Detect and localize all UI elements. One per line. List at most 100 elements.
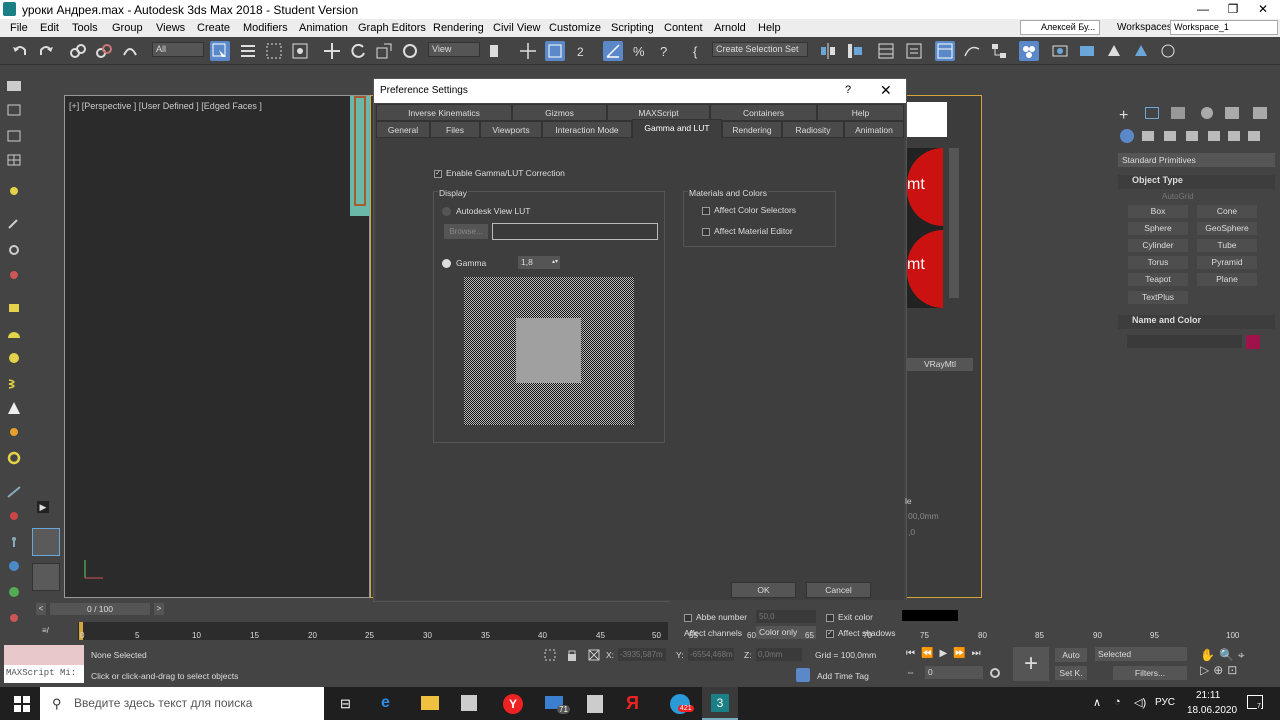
leaf-icon[interactable] [6, 585, 22, 599]
maximize-button[interactable]: ❐ [1218, 1, 1248, 18]
pyramid-button[interactable]: Pyramid [1197, 256, 1257, 269]
select-tool-icon[interactable] [6, 103, 22, 117]
menu-civil-view[interactable]: Civil View [493, 22, 540, 34]
tray-arrow-icon[interactable]: ∧ [1093, 696, 1101, 709]
menu-scripting[interactable]: Scripting [611, 22, 654, 34]
menu-views[interactable]: Views [156, 22, 185, 34]
object-color-swatch[interactable] [1246, 335, 1260, 349]
maxscript-input[interactable]: MAXScript Mi: [4, 665, 84, 683]
tab-help[interactable]: Help [817, 104, 904, 121]
render-production-icon[interactable] [1104, 41, 1124, 61]
redo-icon[interactable] [36, 41, 56, 61]
cone-button[interactable]: Cone [1197, 205, 1257, 218]
systems-icon[interactable] [1248, 131, 1260, 141]
align-icon[interactable] [845, 41, 865, 61]
teapot-button[interactable]: Teapot [1128, 273, 1188, 286]
tab-viewports[interactable]: Viewports [480, 121, 542, 138]
spacewarps-icon[interactable] [1228, 131, 1240, 141]
menu-edit[interactable]: Edit [40, 22, 59, 34]
tab-inverse-kinematics[interactable]: Inverse Kinematics [376, 104, 512, 121]
curve-editor-icon[interactable] [962, 41, 982, 61]
geometry-icon[interactable] [1120, 129, 1134, 143]
layer-explorer-icon[interactable] [904, 41, 924, 61]
render-setup-icon[interactable] [1050, 41, 1070, 61]
mirror-icon[interactable] [818, 41, 838, 61]
keyboard-shortcut-icon[interactable] [545, 41, 565, 61]
paint-icon[interactable] [6, 509, 22, 523]
selection-lock-icon[interactable] [566, 648, 578, 662]
menu-tools[interactable]: Tools [72, 22, 98, 34]
cone-icon[interactable] [6, 401, 22, 415]
lut-path-input[interactable] [492, 223, 658, 240]
affect-color-check-icon[interactable] [702, 206, 710, 215]
menu-file[interactable]: File [10, 22, 28, 34]
network-icon[interactable]: ◔ [1114, 696, 1121, 708]
timeline-next-icon[interactable]: > [154, 603, 164, 615]
cancel-button[interactable]: Cancel [806, 582, 871, 598]
menu-create[interactable]: Create [197, 22, 230, 34]
wrench-icon[interactable] [6, 217, 22, 231]
schematic-view-icon[interactable] [989, 41, 1009, 61]
volume-icon[interactable]: ◁) [1134, 696, 1146, 709]
taskbar-search-box[interactable]: ⚲ Введите здесь текст для поиска [40, 687, 324, 720]
current-frame-field[interactable]: 0 [925, 666, 983, 679]
create-tab-icon[interactable]: + [1119, 107, 1128, 125]
teapot-icon[interactable] [6, 267, 22, 281]
minimize-button[interactable]: — [1188, 1, 1218, 18]
ribbon-icon[interactable] [935, 41, 955, 61]
set-key-icon[interactable]: + [1013, 647, 1049, 681]
utilities-tab-icon[interactable] [1253, 107, 1267, 119]
object-name-input[interactable] [1127, 335, 1242, 348]
workspace-dropdown[interactable]: Workspace_1 [1170, 20, 1278, 35]
language-indicator[interactable]: РУС [1155, 697, 1175, 708]
window-crossing-icon[interactable] [290, 41, 310, 61]
geosphere-button[interactable]: GeoSphere [1197, 222, 1257, 235]
layout-tab-2[interactable] [32, 563, 60, 591]
tab-general[interactable]: General [376, 121, 430, 138]
helpers-icon[interactable] [1208, 131, 1220, 141]
store-icon[interactable] [461, 695, 477, 711]
scene-explorer-icon[interactable] [876, 41, 896, 61]
expand-arrow-icon[interactable]: ▶ [37, 501, 49, 513]
tab-containers[interactable]: Containers [710, 104, 817, 121]
hierarchy-tab-icon[interactable] [1171, 107, 1185, 119]
select-object-icon[interactable] [210, 41, 230, 61]
vraymtl-button[interactable]: VRayMtl [907, 358, 973, 371]
rect-selection-icon[interactable] [264, 41, 284, 61]
perspective-viewport[interactable]: [+] [Perspective ] [User Defined ] [Edge… [64, 95, 370, 598]
user-account-dropdown[interactable]: Алексей Бу... [1020, 20, 1100, 35]
display-tool-icon[interactable] [6, 129, 22, 143]
undo-icon[interactable] [10, 41, 30, 61]
sphere-icon[interactable] [6, 351, 22, 365]
yandex-browser-icon[interactable]: Y [503, 694, 523, 714]
cylinder-button[interactable]: Cylinder [1128, 239, 1188, 252]
torus-button[interactable]: Torus [1128, 256, 1188, 269]
help-button[interactable]: ? [845, 84, 851, 96]
viewport-label[interactable]: [+] [Perspective ] [User Defined ] [Edge… [69, 101, 262, 111]
layout-tab-1[interactable] [32, 528, 60, 556]
y-coordinate-field[interactable]: -6554,468m [688, 648, 734, 661]
scene-explorer-toggle-icon[interactable] [6, 79, 22, 93]
figure-icon[interactable] [6, 535, 22, 549]
name-and-color-rollout[interactable]: Name and Color [1118, 315, 1275, 329]
pivot-center-icon[interactable] [486, 41, 506, 61]
menu-graph-editors[interactable]: Graph Editors [358, 22, 426, 34]
sphere-button[interactable]: Sphere [1128, 222, 1188, 235]
snaps-toggle-icon[interactable]: 2 [575, 41, 595, 61]
modify-tab-icon[interactable] [1145, 107, 1159, 119]
tab-gizmos[interactable]: Gizmos [512, 104, 607, 121]
exit-color-check-icon[interactable] [826, 613, 834, 622]
menu-arnold[interactable]: Arnold [714, 22, 746, 34]
affect-color-selectors-checkbox[interactable]: Affect Color Selectors [702, 205, 796, 215]
menu-customize[interactable]: Customize [549, 22, 601, 34]
clock-date[interactable]: 18.06.2020 [1187, 705, 1237, 716]
abbe-check-icon[interactable] [684, 613, 692, 622]
close-window-button[interactable]: ✕ [1248, 1, 1278, 18]
move-icon[interactable] [322, 41, 342, 61]
shapes-icon[interactable] [1142, 131, 1154, 141]
autodesk-lut-radio[interactable] [442, 207, 451, 216]
file-explorer-icon[interactable] [421, 696, 439, 710]
affect-material-check-icon[interactable] [702, 227, 710, 236]
named-selection-set-dropdown[interactable]: Create Selection Set [712, 42, 808, 57]
lights-icon[interactable] [1164, 131, 1176, 141]
